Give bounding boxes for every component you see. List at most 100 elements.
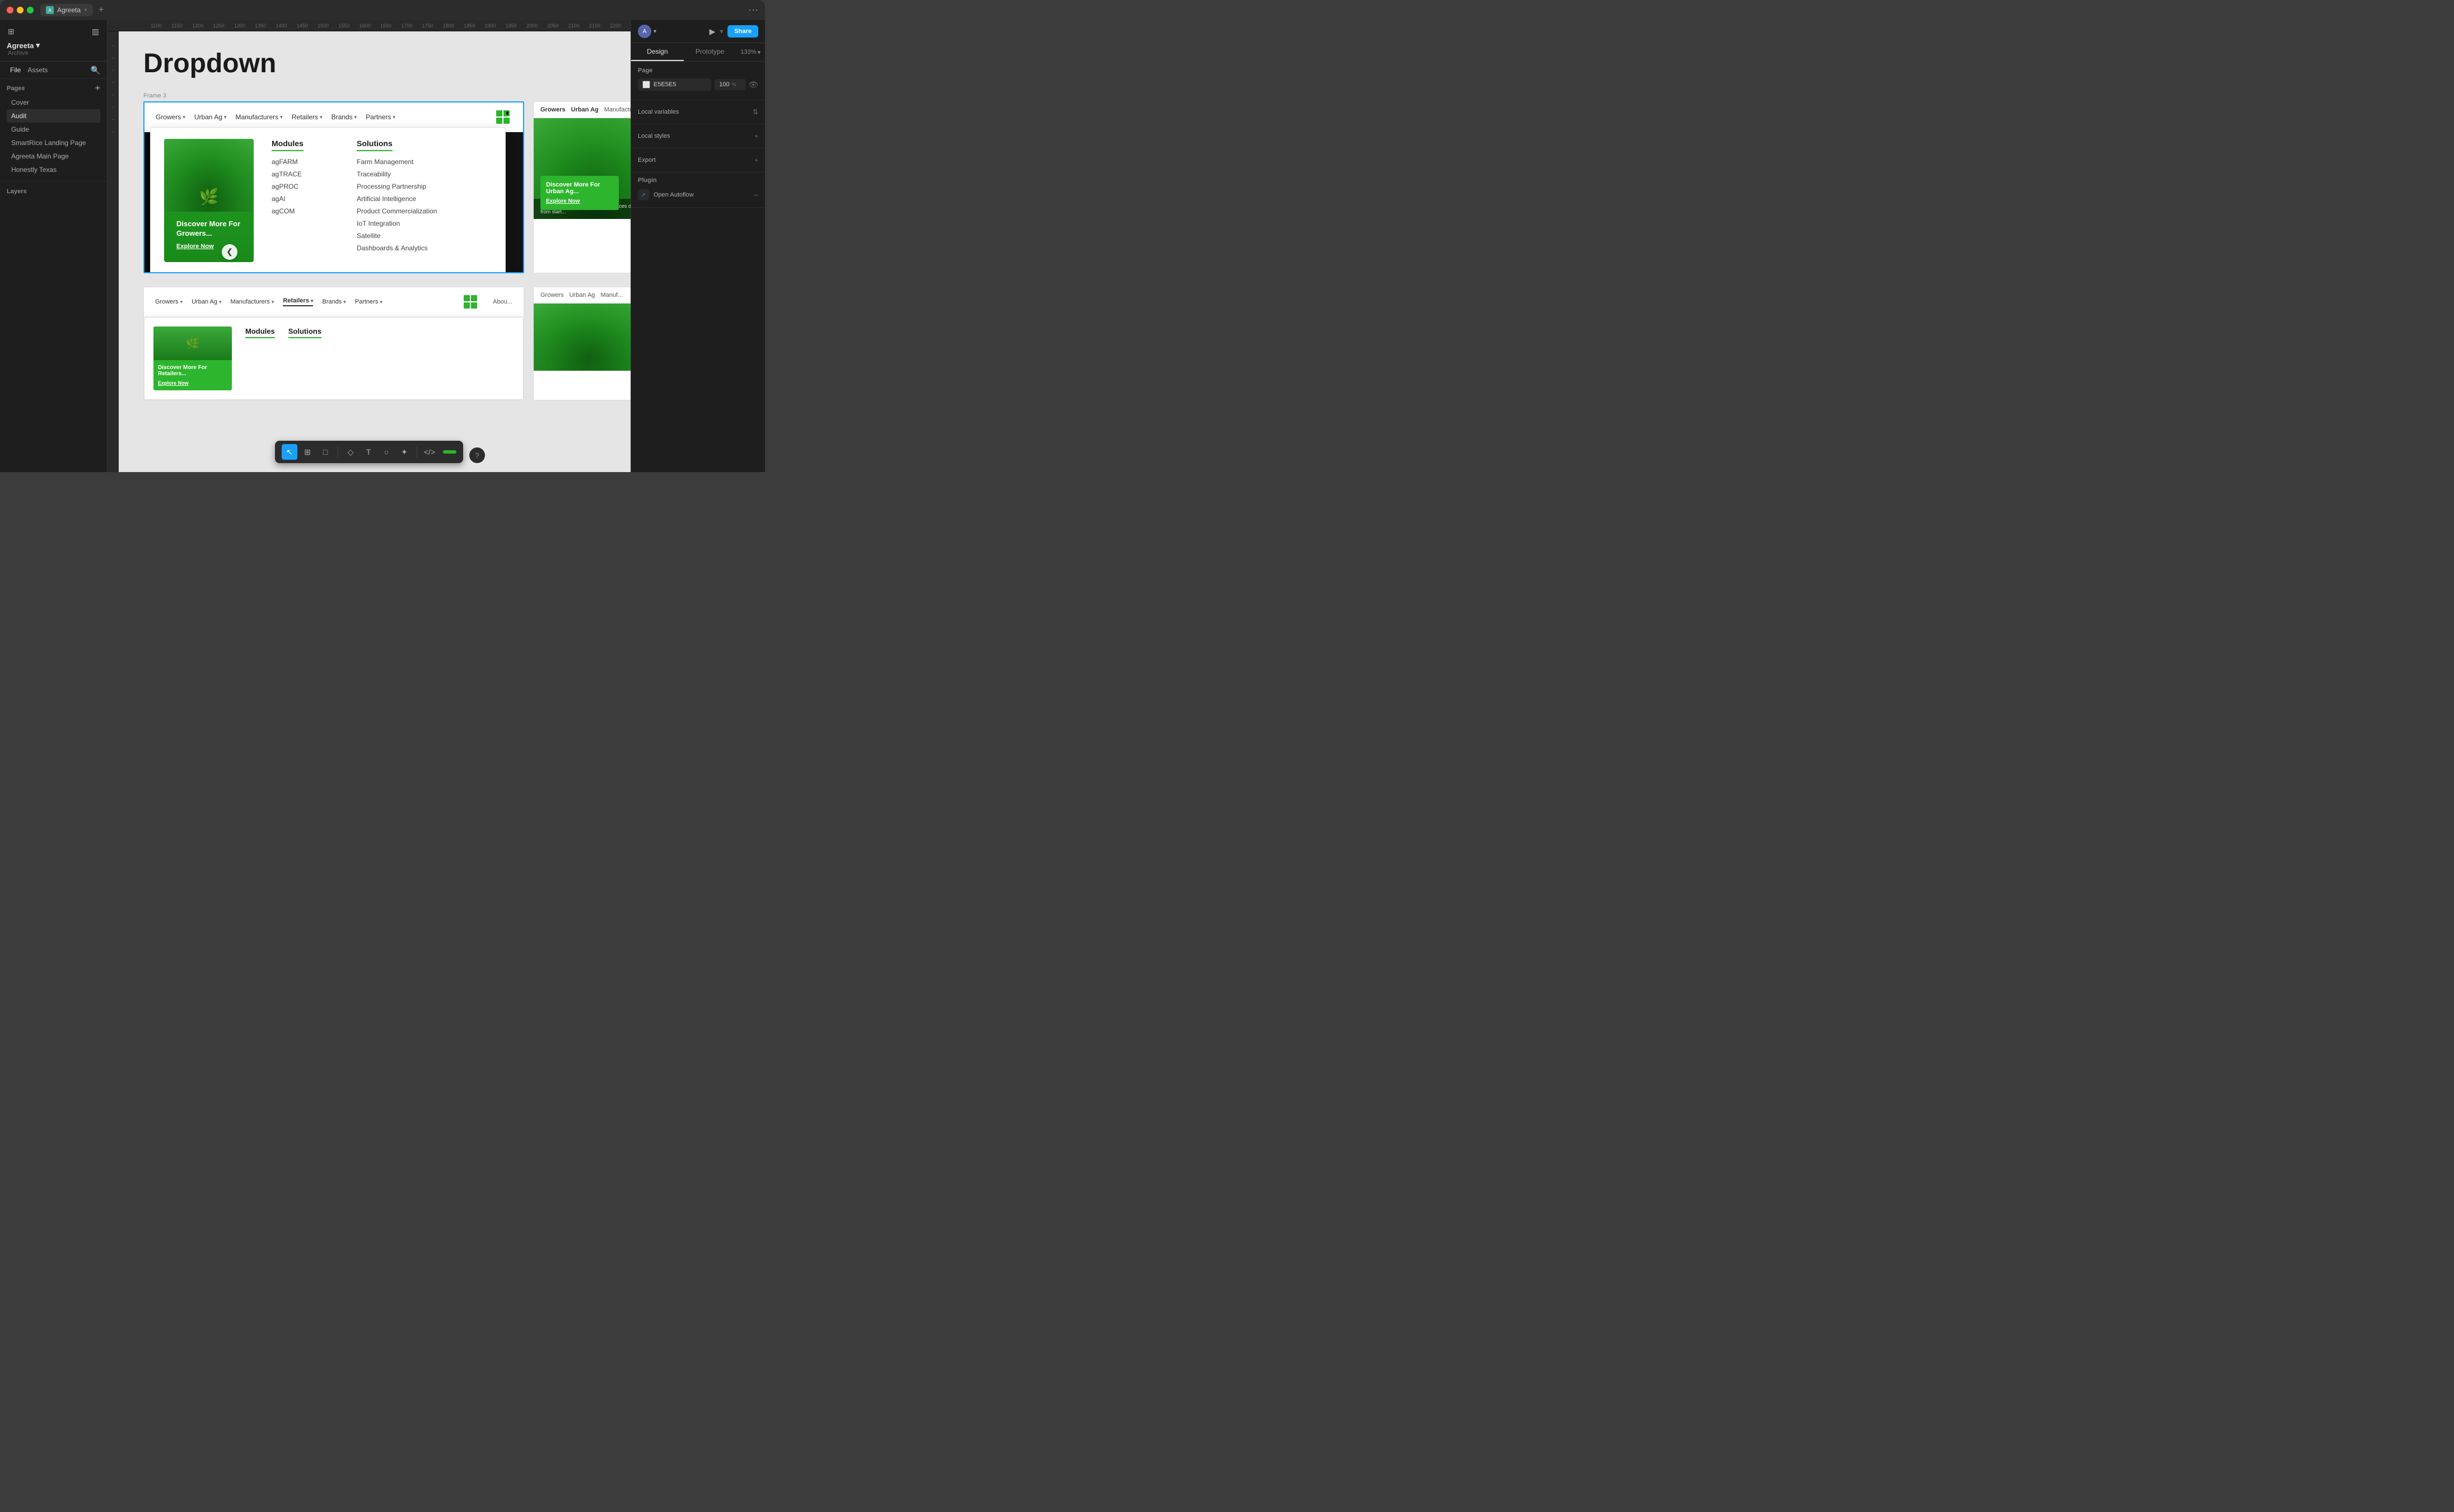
page-item-honestly-texas[interactable]: Honestly Texas: [7, 163, 100, 176]
search-icon[interactable]: 🔍: [91, 66, 100, 75]
plugin-title: Plugin: [638, 177, 758, 184]
local-styles-actions: +: [754, 132, 758, 140]
solution-iot-integration[interactable]: IoT Integration: [357, 217, 437, 230]
opacity-input[interactable]: 100 %: [715, 79, 746, 90]
bottom-nav-urban-ag[interactable]: Urban Ag▾: [192, 298, 221, 305]
pages-section-header: Pages +: [7, 83, 100, 94]
ruler-mark: 1550: [334, 23, 354, 29]
nav-retailers[interactable]: Retailers ▾: [292, 113, 323, 121]
nav-brands[interactable]: Brands ▾: [332, 113, 357, 121]
component-icon[interactable]: ⊞: [7, 26, 16, 38]
share-button[interactable]: Share: [727, 25, 758, 38]
export-item[interactable]: Export +: [638, 154, 758, 166]
fullscreen-button[interactable]: [27, 7, 34, 13]
tab-prototype[interactable]: Prototype: [684, 43, 736, 61]
left-sidebar: ⊞ ▥ Agreeta ▾ Archive File Assets 🔍 Page…: [0, 20, 108, 472]
add-page-button[interactable]: +: [95, 83, 100, 94]
sort-icon[interactable]: ⇅: [753, 108, 758, 116]
ellipse-tool[interactable]: ○: [379, 444, 394, 460]
module-agtrace[interactable]: agTRACE: [272, 168, 339, 180]
frame-tool[interactable]: ⊞: [300, 444, 315, 460]
play-button[interactable]: ▶: [710, 27, 716, 36]
close-button[interactable]: [7, 7, 13, 13]
page-item-smartrice[interactable]: SmartRice Landing Page: [7, 136, 100, 150]
module-agai[interactable]: agAI: [272, 193, 339, 205]
bottom-nav-partners[interactable]: Partners▾: [355, 298, 382, 305]
eye-icon[interactable]: 👁: [748, 80, 758, 90]
bottom-card-cta[interactable]: Explore Now: [158, 380, 227, 386]
ruler-mark: 1400: [271, 23, 292, 29]
page-item-audit[interactable]: Audit: [7, 109, 100, 123]
component-tool[interactable]: ✦: [396, 444, 412, 460]
page-item-cover[interactable]: Cover: [7, 96, 100, 109]
solution-processing-partnership[interactable]: Processing Partnership: [357, 180, 437, 193]
code-tool[interactable]: </>: [422, 444, 437, 460]
app-dropdown-chevron: ▾: [36, 41, 40, 50]
bf2-growers[interactable]: Growers: [540, 292, 564, 298]
present-dropdown[interactable]: ▾: [720, 27, 723, 35]
bottom-nav-about[interactable]: Abou...: [493, 298, 512, 305]
prev-arrow[interactable]: ❮: [222, 244, 237, 260]
frame2-bg-content: Discover More For Urban Ag... Explore No…: [534, 118, 631, 219]
nav-urban-ag[interactable]: Urban Ag ▾: [194, 113, 227, 121]
tab-close-button[interactable]: ×: [84, 7, 87, 13]
rect-tool[interactable]: □: [318, 444, 333, 460]
opacity-value: 100: [719, 81, 729, 88]
new-tab-button[interactable]: +: [99, 5, 104, 15]
help-button[interactable]: ?: [469, 447, 485, 463]
bottom-nav-manufacturers[interactable]: Manufacturers▾: [231, 298, 274, 305]
page-item-guide[interactable]: Guide: [7, 123, 100, 136]
bottom-frame-1[interactable]: Growers▾ Urban Ag▾ Manufacturers▾ Retail…: [143, 287, 524, 400]
solution-artificial-intelligence[interactable]: Artificial Intelligence: [357, 193, 437, 205]
browser-tab[interactable]: A Agreeta ×: [40, 4, 93, 16]
chevron-down-icon: ▾: [272, 299, 274, 305]
plugin-collapse-icon[interactable]: −: [754, 190, 758, 199]
solution-farm-management[interactable]: Farm Management: [357, 156, 437, 168]
file-tab[interactable]: File: [7, 65, 24, 75]
frame2-urban-ag[interactable]: Urban Ag: [571, 106, 599, 113]
vector-tool[interactable]: ◇: [343, 444, 358, 460]
minimize-button[interactable]: [17, 7, 24, 13]
module-agproc[interactable]: agPROC: [272, 180, 339, 193]
titlebar-more-button[interactable]: ⋯: [748, 4, 758, 16]
module-agcom[interactable]: agCOM: [272, 205, 339, 217]
nav-partners[interactable]: Partners ▾: [366, 113, 395, 121]
local-variables-item[interactable]: Local variables ⇅: [638, 106, 758, 118]
solution-satellite[interactable]: Satellite: [357, 230, 437, 242]
frame2-card-cta[interactable]: Explore Now: [546, 198, 613, 204]
tab-area: A Agreeta × +: [40, 4, 104, 16]
frame2-manufacturers[interactable]: Manufactu...: [604, 106, 631, 113]
bottom-nav-growers[interactable]: Growers▾: [155, 298, 183, 305]
frame2-growers[interactable]: Growers: [540, 106, 566, 113]
solution-product-commercialization[interactable]: Product Commercialization: [357, 205, 437, 217]
assets-tab[interactable]: Assets: [24, 65, 51, 75]
bottom-nav-retailers[interactable]: Retailers▾: [283, 297, 313, 306]
ruler-mark: 1200: [188, 23, 208, 29]
design-frame-1[interactable]: Growers ▾ Urban Ag ▾ Manufacturers ▾: [143, 101, 524, 273]
right-panel: A ▾ ▶ ▾ Share Design Prototype 133% ▾ Pa…: [631, 20, 765, 472]
select-tool[interactable]: ↖: [282, 444, 297, 460]
color-indicator[interactable]: [443, 450, 456, 454]
text-tool[interactable]: T: [361, 444, 376, 460]
card-title: Discover More For Growers...: [176, 220, 241, 239]
zoom-level[interactable]: 133% ▾: [736, 43, 765, 61]
canvas[interactable]: -------- Dropdown Frame 3 Growers: [108, 31, 631, 472]
add-export-icon[interactable]: +: [754, 156, 758, 164]
bf2-manufacturers[interactable]: Manuf...: [600, 292, 623, 298]
solution-traceability[interactable]: Traceability: [357, 168, 437, 180]
page-item-agreeta-main[interactable]: Agreeta Main Page: [7, 150, 100, 163]
plugin-autoflow[interactable]: ↗ Open Autoflow −: [638, 187, 758, 203]
tab-design[interactable]: Design: [631, 43, 684, 61]
module-agfarm[interactable]: agFARM: [272, 156, 339, 168]
app-name[interactable]: Agreeta ▾: [7, 41, 100, 50]
bf2-urban-ag[interactable]: Urban Ag: [570, 292, 595, 298]
expand-sidebar-icon[interactable]: ▥: [91, 26, 100, 38]
solution-dashboards[interactable]: Dashboards & Analytics: [357, 242, 437, 254]
nav-growers[interactable]: Growers ▾: [156, 113, 185, 121]
page-color-input[interactable]: E5E5E5: [638, 78, 711, 91]
add-style-icon[interactable]: +: [754, 132, 758, 140]
local-styles-item[interactable]: Local styles +: [638, 130, 758, 142]
bottom-nav-brands[interactable]: Brands▾: [322, 298, 346, 305]
user-dropdown[interactable]: ▾: [654, 29, 656, 35]
nav-manufacturers[interactable]: Manufacturers ▾: [235, 113, 282, 121]
